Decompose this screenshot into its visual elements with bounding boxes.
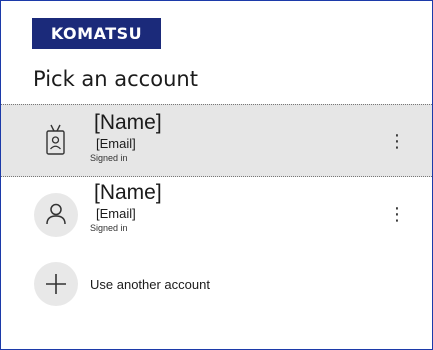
logo-text: KOMATSU [50,24,143,43]
account-picker-dialog: KOMATSU Pick an account [Name] [Email] S… [0,0,433,350]
account-email: [Email] [96,206,136,221]
more-options-icon[interactable]: ⋮ [387,203,407,227]
komatsu-logo: KOMATSU [32,18,161,49]
page-title: Pick an account [33,67,198,91]
plus-icon [34,262,78,306]
use-another-account-button[interactable]: Use another account [1,254,432,316]
badge-icon [33,118,79,164]
account-row-2[interactable]: [Name] [Email] Signed in ⋮ [1,178,432,244]
use-another-account-label: Use another account [90,277,210,292]
account-status: Signed in [90,153,128,163]
account-row-1[interactable]: [Name] [Email] Signed in ⋮ [1,104,432,177]
account-name: [Name] [94,111,162,134]
account-email: [Email] [96,136,136,151]
account-name: [Name] [94,181,162,204]
more-options-icon[interactable]: ⋮ [387,130,407,154]
account-status: Signed in [90,223,128,233]
person-icon [34,193,78,237]
